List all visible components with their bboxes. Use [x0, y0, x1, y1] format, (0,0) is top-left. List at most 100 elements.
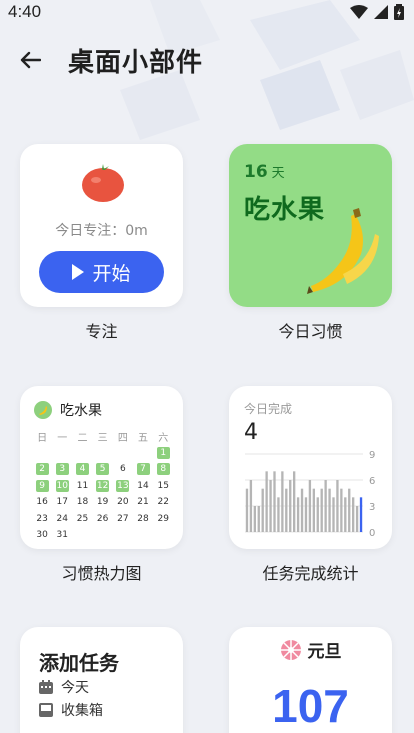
banana-icon [307, 208, 379, 294]
heatmap-day: 28 [133, 511, 153, 528]
chart-bar [355, 506, 359, 532]
heatmap-day: 19 [93, 494, 113, 511]
chart-bar [281, 471, 284, 532]
heatmap-day-label: 7 [136, 463, 150, 476]
heatmap-day: 12 [93, 478, 113, 495]
heatmap-day-label: 4 [75, 463, 89, 476]
chart-bar [328, 488, 331, 532]
heatmap-day-label: 13 [116, 479, 130, 492]
countdown-header: 元旦 [229, 637, 392, 662]
chart-bar [289, 480, 292, 532]
heatmap-day [93, 445, 113, 462]
heatmap-day: 20 [113, 494, 133, 511]
focus-widget[interactable]: 今日专注：0m 开始 [20, 144, 183, 307]
heatmap-day [52, 445, 72, 462]
status-bar: 4:40 [0, 0, 414, 26]
chart-tick-label: 6 [369, 476, 375, 487]
habit-caption: 今日习惯 [278, 322, 343, 341]
heatmap-day-label: 8 [156, 463, 170, 476]
battery-icon [394, 4, 404, 20]
heatmap-day [113, 445, 133, 462]
play-icon [72, 264, 85, 280]
add-task-inbox-label: 收集箱 [61, 703, 103, 719]
heatmap-day: 13 [113, 478, 133, 495]
heatmap-day: 22 [153, 494, 173, 511]
heatmap-day-label: 18 [76, 497, 89, 508]
chart-bar [308, 480, 312, 532]
heatmap-day-label: 16 [36, 497, 48, 508]
heatmap-weekday: 五 [138, 432, 149, 444]
heatmap-day-label [36, 447, 49, 459]
stats-label: 今日完成 [244, 402, 293, 416]
stats-count: 4 [244, 420, 258, 445]
heatmap-day-label: 30 [36, 530, 48, 541]
heatmap-day: 21 [133, 494, 153, 511]
heatmap-day-label: 17 [56, 497, 68, 508]
back-button[interactable] [14, 44, 46, 76]
heatmap-day-label: 20 [117, 497, 129, 508]
heatmap-day: 24 [52, 511, 72, 528]
heatmap-habit-name: 吃水果 [60, 403, 102, 419]
heatmap-day-label: 5 [96, 463, 110, 476]
heatmap-day: 31 [52, 527, 72, 544]
chart-bar [352, 497, 355, 532]
heatmap-day-label: 27 [117, 513, 129, 524]
app-bar: 桌面小部件 [0, 36, 414, 84]
heatmap-day-label: 2 [35, 463, 49, 476]
heatmap-day-label: 10 [55, 479, 69, 492]
heatmap-day-label: 11 [76, 480, 89, 491]
heatmap-day: 30 [32, 527, 52, 544]
heatmap-day-label: 3 [55, 463, 69, 476]
chart-bar [332, 497, 335, 532]
heatmap-day-label: 6 [119, 464, 126, 475]
heatmap-weekday: 四 [117, 432, 128, 444]
focus-caption: 专注 [85, 322, 118, 341]
heatmap-day: 18 [72, 494, 92, 511]
heatmap-day: 26 [93, 511, 113, 528]
heatmap-day-label: 23 [36, 513, 48, 524]
add-task-today-row[interactable]: 今天 [39, 677, 89, 697]
chart-bar [359, 497, 363, 532]
arrow-left-icon [20, 51, 41, 69]
heatmap-day-label: 29 [157, 513, 169, 524]
heatmap-day-label: 19 [96, 497, 109, 508]
add-task-today-label: 今天 [61, 680, 89, 696]
heatmap-weekday: 六 [158, 432, 169, 444]
chart-bar [245, 488, 249, 532]
heatmap-day: 1 [153, 445, 173, 462]
heatmap-weekday: 三 [97, 432, 108, 444]
heatmap-day: 4 [72, 461, 92, 478]
signal-icon [374, 5, 388, 19]
wifi-icon [350, 5, 368, 19]
task-stats-widget[interactable]: 今日完成 4 9 6 3 0 [229, 386, 392, 549]
add-task-widget[interactable]: 添加任务 今天 收集箱 [20, 627, 183, 733]
chart-bar [344, 497, 347, 532]
chart-bar [300, 488, 304, 532]
chart-bar [269, 480, 272, 532]
heatmap-day: 5 [93, 461, 113, 478]
chart-tick-label: 9 [369, 450, 375, 461]
add-task-inbox-row[interactable]: 收集箱 [39, 700, 103, 720]
heatmap-grid: 日一二三四五六 1 2 3 4 5 6 7 8 9 10 11 12 13 14 15 16 17 18 19 20 21… [32, 428, 173, 544]
heatmap-day [72, 445, 92, 462]
chart-bar [348, 488, 351, 532]
chart-bar [261, 488, 264, 532]
heatmap-widget[interactable]: 吃水果 日一二三四五六 1 2 3 4 5 6 7 8 9 10 11 12 13 14 15 16 17 18 19… [20, 386, 183, 549]
habit-widget[interactable]: 16 天 吃水果 [229, 144, 392, 307]
heatmap-day [32, 445, 52, 462]
heatmap-day: 3 [52, 461, 72, 478]
start-button[interactable]: 开始 [39, 251, 164, 293]
heatmap-day: 23 [32, 511, 52, 528]
heatmap-day-label: 12 [96, 479, 110, 492]
heatmap-day: 11 [72, 478, 92, 495]
heatmap-weekday: 一 [57, 432, 68, 444]
heatmap-day: 16 [32, 494, 52, 511]
habit-days-unit: 天 [271, 166, 285, 181]
heatmap-day-label: 26 [96, 513, 109, 524]
chart-bar [249, 480, 253, 532]
habit-days: 16 天 [244, 162, 285, 182]
heatmap-day-label: 31 [56, 530, 68, 541]
heatmap-day: 15 [153, 478, 173, 495]
chart-bar [277, 497, 280, 532]
countdown-widget[interactable]: 元旦 107 [229, 627, 392, 733]
